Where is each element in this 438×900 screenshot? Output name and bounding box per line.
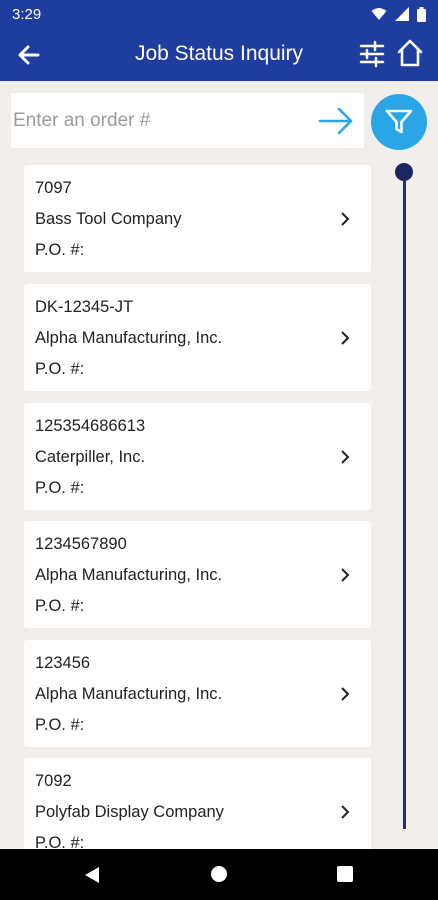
status-bar: 3:29: [0, 0, 438, 28]
job-order-number: 1234567890: [35, 535, 127, 553]
status-icons: [371, 6, 426, 22]
scroll-track[interactable]: [403, 171, 406, 829]
job-company: Bass Tool Company: [35, 210, 182, 228]
status-time: 3:29: [12, 5, 42, 23]
signal-icon: [395, 7, 409, 21]
job-company: Alpha Manufacturing, Inc.: [35, 685, 223, 703]
job-card[interactable]: 7092 Polyfab Display Company P.O. #:: [24, 758, 371, 849]
job-company: Caterpiller, Inc.: [35, 448, 146, 466]
job-card[interactable]: DK-12345-JT Alpha Manufacturing, Inc. P.…: [24, 284, 371, 391]
order-search-input[interactable]: [11, 93, 301, 148]
nav-home-icon[interactable]: [211, 866, 227, 882]
chevron-right-icon: [341, 331, 350, 345]
chevron-right-icon: [341, 805, 350, 819]
job-company: Alpha Manufacturing, Inc.: [35, 329, 223, 347]
filter-button[interactable]: [371, 94, 427, 150]
job-po-label: P.O. #:: [35, 241, 85, 259]
job-order-number: 7092: [35, 772, 72, 790]
job-card[interactable]: 7097 Bass Tool Company P.O. #:: [24, 165, 371, 272]
job-order-number: 125354686613: [35, 417, 146, 435]
job-po-label: P.O. #:: [35, 597, 85, 615]
app-bar: Job Status Inquiry: [0, 28, 438, 81]
job-po-label: P.O. #:: [35, 834, 85, 849]
job-order-number: 123456: [35, 654, 91, 672]
scroll-thumb[interactable]: [395, 163, 413, 181]
job-order-number: DK-12345-JT: [35, 298, 134, 316]
chevron-right-icon: [341, 687, 350, 701]
chevron-right-icon: [341, 568, 350, 582]
order-search-box: [11, 93, 364, 148]
chevron-right-icon: [341, 450, 350, 464]
job-po-label: P.O. #:: [35, 360, 85, 378]
wifi-icon: [371, 8, 387, 20]
chevron-right-icon: [341, 212, 350, 226]
nav-recent-apps-icon[interactable]: [337, 866, 353, 882]
sliders-icon[interactable]: [358, 40, 386, 68]
battery-icon: [417, 6, 426, 22]
job-order-number: 7097: [35, 179, 72, 197]
job-list: 7097 Bass Tool Company P.O. #: DK-12345-…: [24, 165, 371, 849]
job-company: Polyfab Display Company: [35, 803, 224, 821]
arrow-right-icon[interactable]: [318, 106, 354, 136]
home-icon[interactable]: [396, 38, 424, 68]
job-card[interactable]: 125354686613 Caterpiller, Inc. P.O. #:: [24, 403, 371, 510]
job-company: Alpha Manufacturing, Inc.: [35, 566, 223, 584]
job-card[interactable]: 123456 Alpha Manufacturing, Inc. P.O. #:: [24, 640, 371, 747]
nav-back-icon[interactable]: [84, 866, 100, 884]
job-card[interactable]: 1234567890 Alpha Manufacturing, Inc. P.O…: [24, 521, 371, 628]
job-po-label: P.O. #:: [35, 716, 85, 734]
filter-icon: [385, 109, 413, 134]
job-po-label: P.O. #:: [35, 479, 85, 497]
